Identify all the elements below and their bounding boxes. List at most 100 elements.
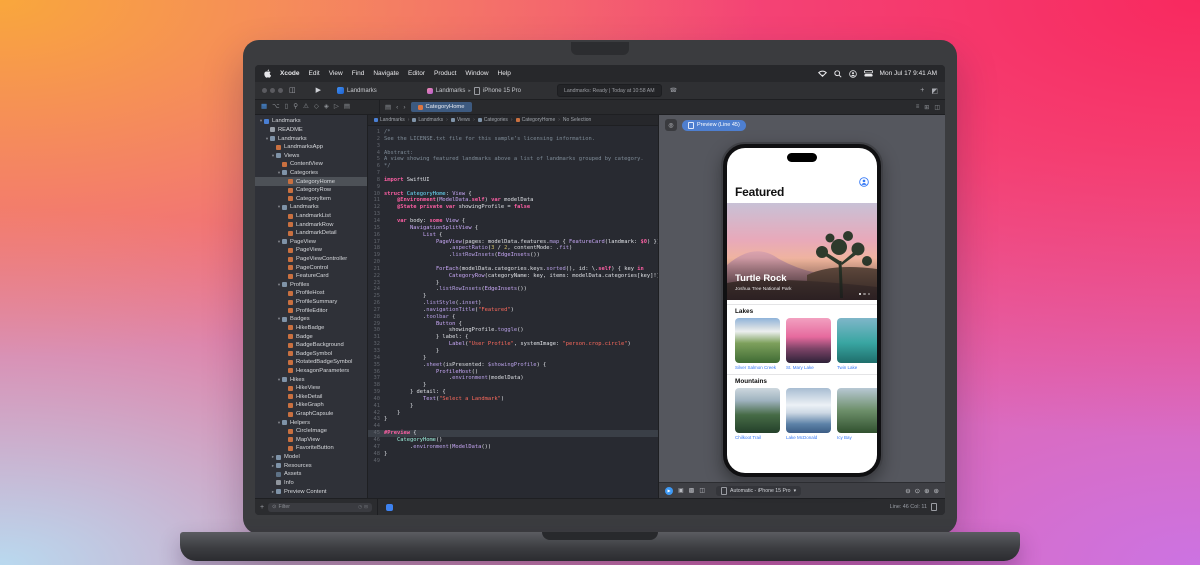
landmark-item-chilkoot-trail[interactable]: Chilkoot Trail — [735, 388, 780, 440]
file-tree-row-landmarks[interactable]: ▾ Landmarks — [255, 117, 367, 126]
code-line-31[interactable]: 31 } label: { — [368, 334, 658, 341]
file-tree-row-landmarks[interactable]: ▾ Landmarks — [255, 134, 367, 143]
landmark-link[interactable]: Icy Bay — [837, 435, 877, 440]
code-line-36[interactable]: 36 ProfileHost() — [368, 369, 658, 376]
page-dots[interactable] — [858, 292, 870, 295]
landmark-thumbnail[interactable] — [837, 388, 877, 433]
code-line-34[interactable]: 34 } — [368, 355, 658, 362]
scheme-name[interactable]: Landmarks — [436, 88, 466, 94]
file-tree-row-resources[interactable]: ▸ Resources — [255, 461, 367, 470]
file-tree-row-landmarkdetail[interactable]: LandmarkDetail — [255, 229, 367, 238]
jump-bar-segment-categoryhome[interactable]: CategoryHome — [515, 117, 555, 123]
code-line-35[interactable]: 35 .sheet(isPresented: $showingProfile) … — [368, 362, 658, 369]
file-tree-row-preview-content[interactable]: ▸ Preview Content — [255, 487, 367, 496]
landmark-item-st.-mary-lake[interactable]: St. Mary Lake — [786, 318, 831, 370]
project-navigator-icon[interactable]: ▦ — [261, 103, 267, 111]
traffic-lights[interactable] — [262, 88, 283, 93]
enclose-editor-icon[interactable]: ◫ — [934, 104, 940, 111]
source-control-navigator-icon[interactable]: ⌥ — [272, 103, 280, 111]
file-tree-row-model[interactable]: ▸ Model — [255, 453, 367, 462]
file-tree-row-landmarkrow[interactable]: LandmarkRow — [255, 220, 367, 229]
jump-bar-segment-categories[interactable]: Categories — [477, 117, 508, 123]
file-tree-row-mapview[interactable]: MapView — [255, 436, 367, 445]
code-line-28[interactable]: 28 .toolbar { — [368, 314, 658, 321]
code-line-21[interactable]: 21 ForEach(modelData.categories.keys.sor… — [368, 266, 658, 273]
file-tree-row-pagecontrol[interactable]: PageControl — [255, 263, 367, 272]
code-line-5[interactable]: 5A view showing featured landmarks above… — [368, 156, 658, 163]
run-destination[interactable]: iPhone 15 Pro — [483, 88, 521, 94]
clock[interactable]: Mon Jul 17 9:41 AM — [880, 70, 937, 77]
add-button[interactable]: + — [920, 87, 924, 94]
jump-bar-segment-landmarks[interactable]: Landmarks — [412, 117, 443, 123]
file-tree-row-circleimage[interactable]: CircleImage — [255, 427, 367, 436]
code-line-19[interactable]: 19 .listRowInsets(EdgeInsets()) — [368, 252, 658, 259]
landmark-link[interactable]: Lake McDonald — [786, 435, 831, 440]
code-line-7[interactable]: 7 — [368, 170, 658, 177]
code-line-17[interactable]: 17 PageView(pages: modelData.features.ma… — [368, 239, 659, 246]
search-icon[interactable] — [833, 69, 842, 78]
source-control-filter-icon[interactable]: ⊟ — [364, 504, 368, 510]
reports-navigator-icon[interactable]: ▤ — [344, 103, 350, 111]
landmark-thumbnail[interactable] — [837, 318, 877, 363]
menu-product[interactable]: Product — [434, 70, 456, 77]
zoom-in-button[interactable]: ⊕ — [924, 487, 929, 495]
code-line-42[interactable]: 42 } — [368, 410, 658, 417]
menu-window[interactable]: Window — [465, 70, 488, 77]
file-tree-row-hexagonparameters[interactable]: HexagonParameters — [255, 367, 367, 376]
code-line-15[interactable]: 15 NavigationSplitView { — [368, 225, 658, 232]
file-tree-row-profilehost[interactable]: ProfileHost — [255, 289, 367, 298]
menu-edit[interactable]: Edit — [309, 70, 320, 77]
file-tree-row-landmarksapp[interactable]: LandmarksApp — [255, 143, 367, 152]
add-file-button[interactable]: + — [260, 504, 264, 511]
code-line-29[interactable]: 29 Button { — [368, 321, 658, 328]
landmark-link[interactable]: Twin Lake — [837, 365, 877, 370]
jump-bar-segment-views[interactable]: Views — [450, 117, 470, 123]
menu-help[interactable]: Help — [498, 70, 511, 77]
tab-categoryhome[interactable]: CategoryHome — [410, 102, 472, 112]
code-line-1[interactable]: 1/* — [368, 129, 658, 136]
back-button[interactable]: ‹ — [396, 104, 398, 111]
issues-navigator-icon[interactable]: ⚠ — [303, 103, 309, 111]
recent-files-icon[interactable]: ◷ — [358, 504, 362, 510]
menu-view[interactable]: View — [329, 70, 343, 77]
file-tree-row-helpers[interactable]: ▾ Helpers — [255, 418, 367, 427]
code-line-27[interactable]: 27 .navigationTitle("Featured") — [368, 307, 658, 314]
code-line-22[interactable]: 22 CategoryRow(categoryName: key, items:… — [368, 273, 659, 280]
landmark-thumbnail[interactable] — [735, 318, 780, 363]
add-editor-icon[interactable]: ⊞ — [924, 104, 929, 111]
variants-mode-button[interactable]: ▩ — [689, 487, 695, 494]
file-tree-row-landmarklist[interactable]: LandmarkList — [255, 212, 367, 221]
landmark-item-silver-salmon-creek[interactable]: Silver Salmon Creek — [735, 318, 780, 370]
file-tree-row-info[interactable]: Info — [255, 479, 367, 488]
file-tree-row-rotatedbadgesymbol[interactable]: RotatedBadgeSymbol — [255, 358, 367, 367]
landmark-item-icy-bay[interactable]: Icy Bay — [837, 388, 877, 440]
pin-preview-icon[interactable]: ◎ — [665, 119, 677, 131]
file-tree-row-hikedetail[interactable]: HikeDetail — [255, 393, 367, 402]
code-line-4[interactable]: 4 Abstract: — [368, 150, 658, 157]
file-tree-row-hikes[interactable]: ▾ Hikes — [255, 375, 367, 384]
landmark-link[interactable]: St. Mary Lake — [786, 365, 831, 370]
debug-navigator-icon[interactable]: ◈ — [324, 103, 329, 111]
preview-pill[interactable]: Preview (Line 45) — [682, 119, 746, 131]
user-icon[interactable] — [848, 69, 857, 78]
file-tree-row-views[interactable]: ▾ Views — [255, 151, 367, 160]
code-line-12[interactable]: 12 @State private var showingProfile = f… — [368, 204, 658, 211]
code-line-30[interactable]: 30 showingProfile.toggle() — [368, 327, 658, 334]
file-tree-row-hikebadge[interactable]: HikeBadge — [255, 324, 367, 333]
thumbnail-row[interactable]: Chilkoot Trail Lake McDonald Icy Bay — [735, 388, 877, 440]
control-center-icon[interactable] — [863, 70, 873, 77]
jump-bar-segment-no-selection[interactable]: No Selection — [563, 117, 591, 123]
scheme-selector[interactable]: Landmarks ▸ iPhone 15 Pro — [426, 86, 521, 95]
wifi-icon[interactable] — [817, 70, 827, 77]
code-line-38[interactable]: 38 } — [368, 382, 658, 389]
code-line-49[interactable]: 49 — [368, 458, 658, 465]
feature-card[interactable]: Turtle Rock Joshua Tree National Park — [727, 203, 877, 300]
file-tree-row-categories[interactable]: ▾ Categories — [255, 169, 367, 178]
file-tree-row-contentview[interactable]: ContentView — [255, 160, 367, 169]
code-line-24[interactable]: 24 .listRowInsets(EdgeInsets()) — [368, 286, 658, 293]
toggle-navigator-icon[interactable]: ◫ — [289, 87, 296, 94]
landmark-thumbnail[interactable] — [786, 318, 831, 363]
related-items-icon[interactable]: ▤ — [385, 103, 391, 111]
code-line-23[interactable]: 23 } — [368, 280, 658, 287]
menu-xcode[interactable]: Xcode — [280, 70, 300, 77]
